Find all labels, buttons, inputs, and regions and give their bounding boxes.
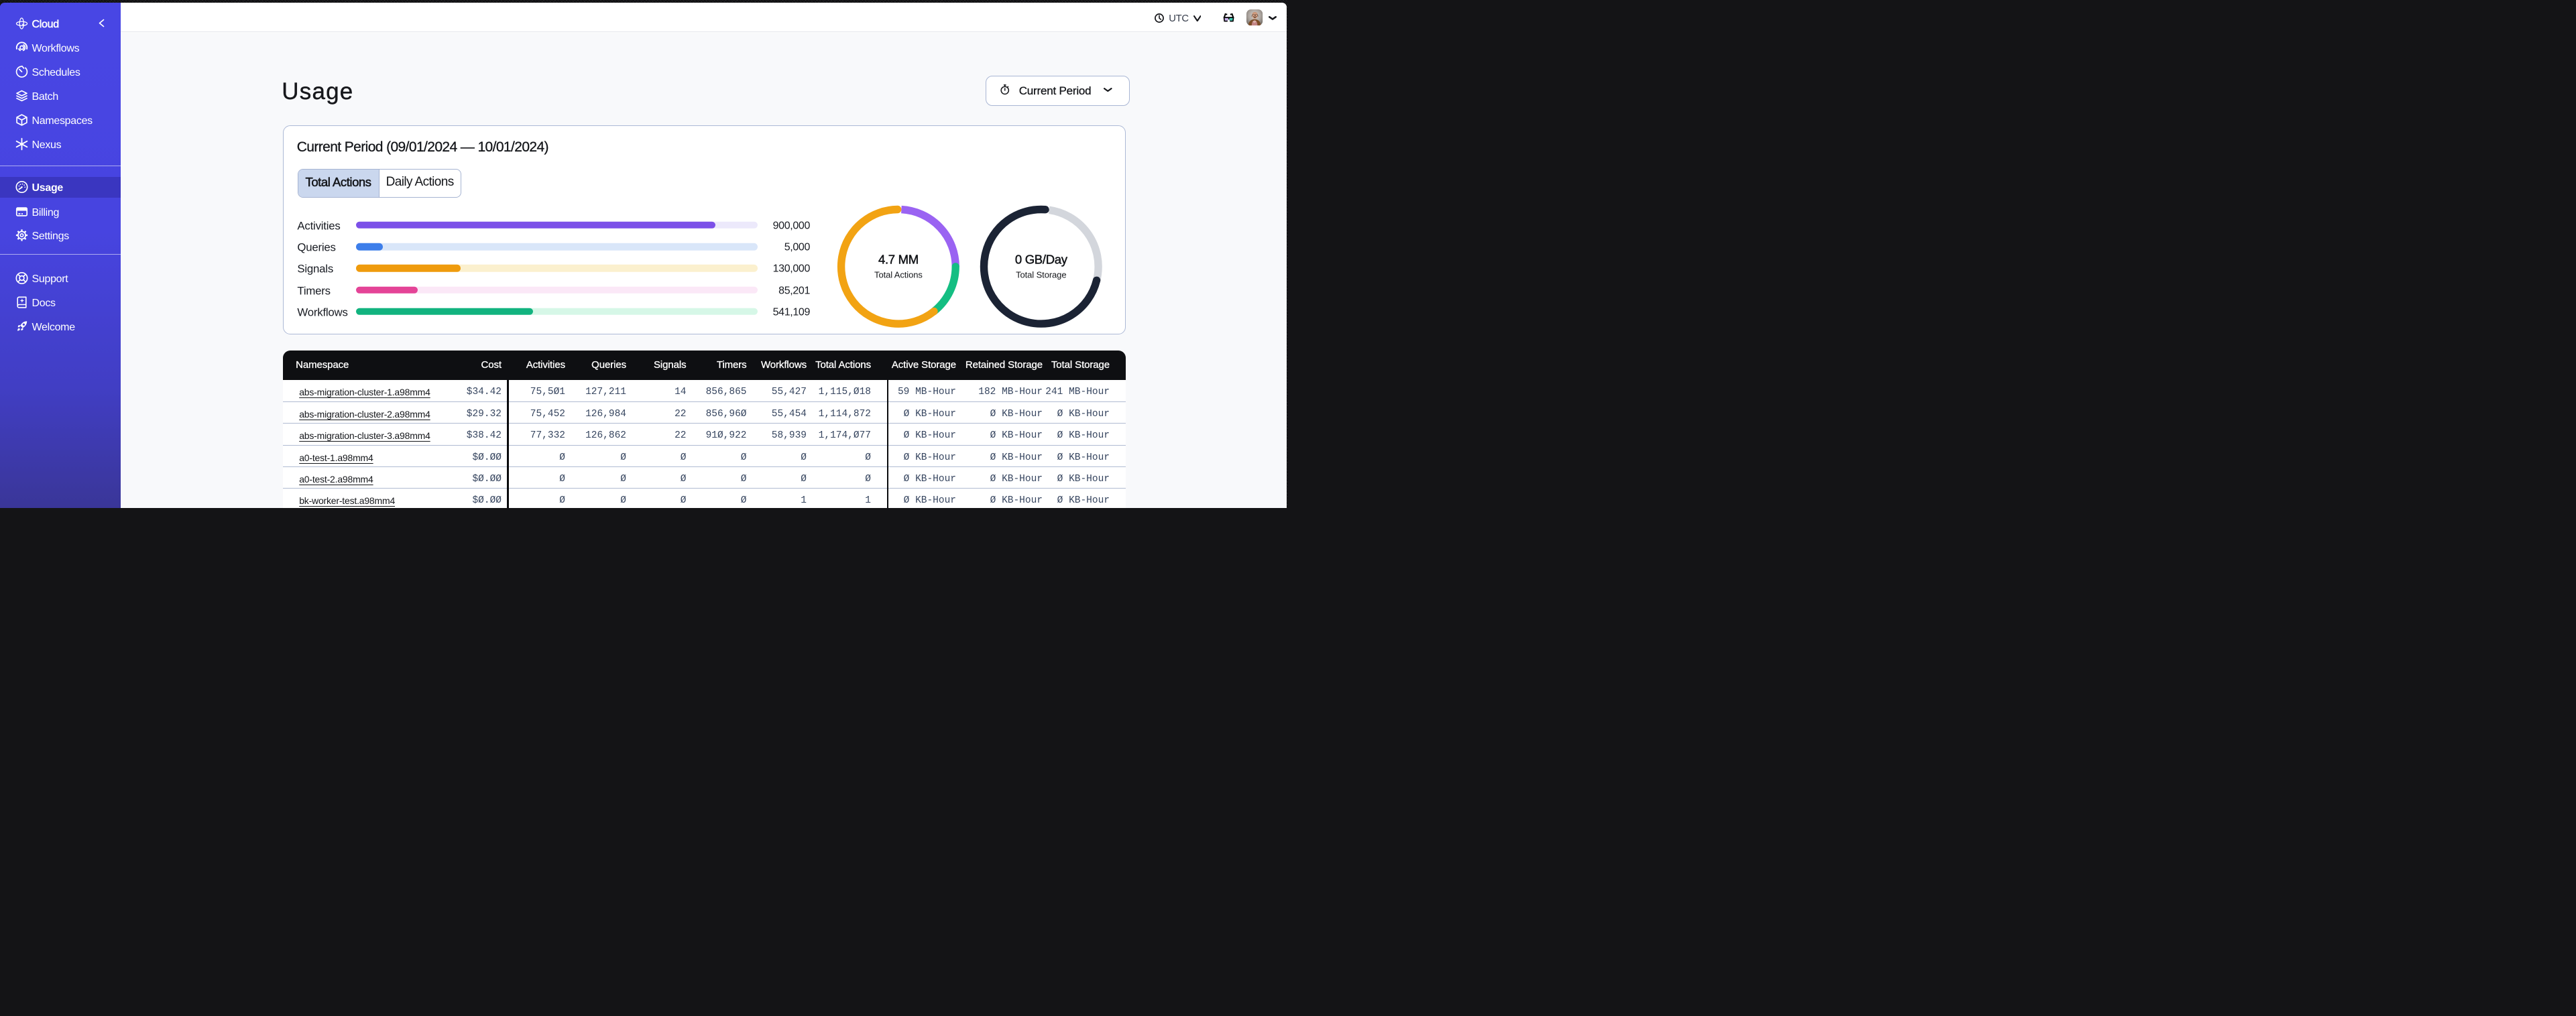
- svg-text:Total Actions: Total Actions: [874, 270, 923, 280]
- svg-text:Total Storage: Total Storage: [1016, 270, 1066, 280]
- svg-text:0 GB/Day: 0 GB/Day: [1014, 253, 1067, 267]
- svg-text:4.7 MM: 4.7 MM: [878, 253, 918, 267]
